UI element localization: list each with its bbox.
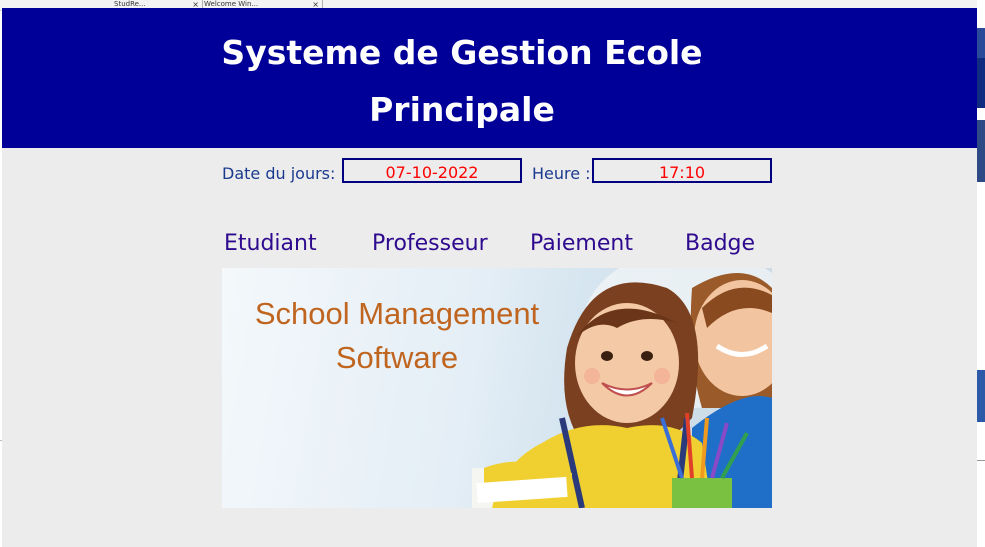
background-tab-label: StudRe...: [114, 0, 146, 8]
background-block: [977, 370, 985, 422]
background-block: [977, 28, 985, 58]
app-title-line2: Principale: [369, 90, 555, 129]
background-divider: [977, 460, 985, 461]
app-title-line1: Systeme de Gestion Ecole: [221, 33, 703, 72]
app-header: Systeme de Gestion Ecole Principale: [2, 8, 977, 148]
time-label: Heure :: [532, 164, 591, 183]
nav-professeur[interactable]: Professeur: [372, 231, 488, 256]
nav-etudiant[interactable]: Etudiant: [224, 231, 317, 256]
date-label: Date du jours:: [222, 164, 336, 183]
banner-title-line2: Software: [335, 340, 459, 375]
time-value: 17:10: [658, 163, 706, 182]
time-field[interactable]: 17:10: [592, 158, 772, 183]
nav-badge[interactable]: Badge: [685, 231, 755, 256]
date-field[interactable]: 07-10-2022: [342, 158, 522, 183]
nav-paiement[interactable]: Paiement: [530, 231, 633, 256]
background-block: [977, 58, 985, 108]
background-right-edge: [977, 0, 985, 547]
app-window: Systeme de Gestion Ecole Principale Date…: [2, 8, 977, 547]
background-block: [977, 120, 985, 182]
date-value: 07-10-2022: [385, 163, 479, 182]
school-banner-image: School Management Software: [222, 268, 772, 508]
background-tab-label: Welcome Win...: [204, 0, 259, 8]
banner-title-line1: School Management: [254, 296, 540, 331]
